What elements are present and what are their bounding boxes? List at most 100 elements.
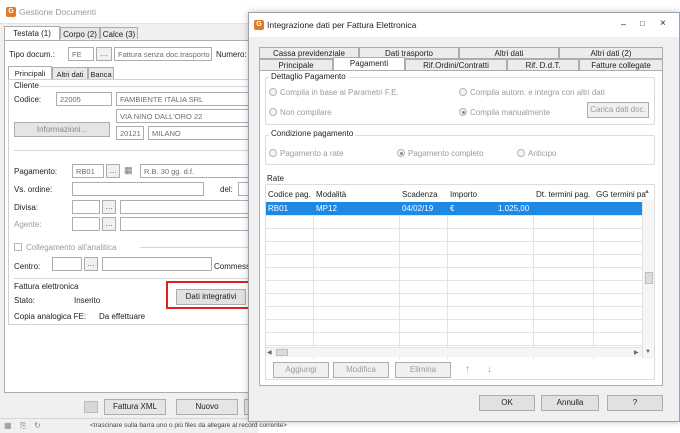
aggiungi-button[interactable]: Aggiungi [273,362,329,378]
cell-importo: 1.025,00 [498,204,530,213]
condizione-title: Condizione pagamento [269,129,356,138]
grid-line-h [266,228,642,229]
minimize-button[interactable]: – [621,19,626,29]
col-scadenza[interactable]: Scadenza [402,190,438,199]
grid-line-h [266,215,642,216]
subtab-principali[interactable]: Principali [8,66,52,79]
tab-pagamenti[interactable]: Pagamenti [333,57,405,71]
maximize-button[interactable]: □ [640,19,645,28]
centro-field[interactable] [52,257,82,271]
divisa-field[interactable] [72,200,100,214]
vertical-scroll-thumb[interactable] [645,272,653,284]
vs-ordine-field[interactable] [72,182,204,196]
collegamento-checkbox[interactable] [14,243,22,251]
agente-desc-field [120,217,258,231]
divider-1 [14,150,258,151]
agente-lookup-button[interactable]: … [102,217,116,231]
agente-label: Agente: [14,220,42,229]
tipo-lookup-button[interactable]: … [96,47,112,61]
cliente-group-line [40,86,258,87]
radio-non-compilare-label: Non compilare [280,108,332,117]
grid-icon[interactable]: ▦ [4,421,12,430]
col-dt-termini[interactable]: Dt. termini pag. [536,190,590,199]
radio-non-compilare[interactable] [269,108,277,116]
radio-compila-autom[interactable] [459,88,467,96]
subtab-banca[interactable]: Banca [88,67,114,79]
agente-field[interactable] [72,217,100,231]
tab-altri-dati[interactable]: Altri dati [459,47,559,59]
dati-integrativi-button[interactable]: Dati integrativi [176,289,246,305]
tipo-code-field[interactable]: FE [68,47,94,61]
radio-pagamento-completo[interactable] [397,149,405,157]
radio-parametri-fe[interactable] [269,88,277,96]
tab-calce[interactable]: Calce (3) [100,27,138,39]
tab-altri-dati-2[interactable]: Altri dati (2) [559,47,663,59]
table-row[interactable]: RB01 MP12 04/02/19 € 1.025,00 [266,202,642,215]
col-modalita[interactable]: Modalità [316,190,346,199]
radio-parametri-fe-label: Compila in base ai Parametri F.E. [280,88,399,97]
attach-icon[interactable]: ⎘ [20,421,26,431]
radio-anticipo[interactable] [517,149,525,157]
fattura-xml-button[interactable]: Fattura XML [104,399,166,415]
carica-dati-button[interactable]: Carica dati doc. [587,102,649,118]
pagamento-lookup-button[interactable]: … [106,164,120,178]
tab-testata[interactable]: Testata (1) [4,26,60,40]
divisa-lookup-button[interactable]: … [102,200,116,214]
col-codice-pag[interactable]: Codice pag. [268,190,311,199]
close-button[interactable]: × [660,18,666,29]
pagamento-desc-field: R.B. 30 gg. d.f. [140,164,258,178]
modifica-button[interactable]: Modifica [333,362,389,378]
fattura-elettronica-label: Fattura elettronica [14,282,79,291]
nuovo-button[interactable]: Nuovo [176,399,238,415]
horizontal-scrollbar[interactable]: ◀ ▶ [266,347,642,357]
annulla-button[interactable]: Annulla [541,395,599,411]
informazioni-button[interactable]: Informazioni... [14,122,110,137]
cell-modalita: MP12 [316,204,337,213]
refresh-icon[interactable]: ↻ [34,421,41,430]
subtab-altri-dati[interactable]: Altri dati [52,67,88,79]
calendar-icon[interactable]: ▦ [124,165,133,176]
numero-label: Numero: [216,50,247,59]
radio-compila-manualmente[interactable] [459,108,467,116]
radio-compila-autom-label: Compila autom. e integra con altri dati [470,88,605,97]
grid-line-h [266,319,642,320]
main-title-bar: G Gestione Documenti [0,0,258,24]
horizontal-scroll-thumb[interactable] [276,349,288,356]
scroll-left-icon[interactable]: ◀ [267,349,272,356]
elimina-button[interactable]: Elimina [395,362,451,378]
col-importo[interactable]: Importo [450,190,477,199]
citta-field: MILANO [148,126,258,140]
centro-lookup-button[interactable]: … [84,257,98,271]
indirizzo-field: VIA NINO DALL'ORO 22 [116,109,258,123]
divisa-label: Divisa: [14,203,39,212]
main-title: Gestione Documenti [19,7,97,17]
pagamento-code-field[interactable]: RB01 [72,164,104,178]
col-gg-termini[interactable]: GG termini pa [596,190,646,199]
grid-line-h [266,293,642,294]
help-button[interactable]: ? [607,395,663,411]
vs-ordine-label: Vs. ordine: [14,185,53,194]
grid-line-h [266,345,642,346]
dialog-title-bar: G Integrazione dati per Fattura Elettron… [249,13,679,37]
ok-button[interactable]: OK [479,395,535,411]
scroll-right-icon[interactable]: ▶ [634,349,639,356]
stato-label: Stato: [14,296,35,305]
grid-line-v [399,215,400,359]
tab-corpo[interactable]: Corpo (2) [60,27,100,39]
grid-line-h [266,306,642,307]
grid-line-h [266,280,642,281]
print-icon[interactable] [84,401,98,413]
grid-line-h [266,254,642,255]
codice-field[interactable]: 22005 [56,92,112,106]
move-up-icon[interactable]: ↑ [465,364,470,375]
cell-scadenza: 04/02/19 [402,204,434,213]
move-down-icon[interactable]: ↓ [487,364,492,375]
app-icon: G [6,7,16,17]
cap-field: 20121 [116,126,144,140]
codice-label: Codice: [14,95,42,104]
scroll-up-icon[interactable]: ▲ [644,189,650,195]
scroll-down-icon[interactable]: ▼ [645,349,651,355]
vertical-scrollbar[interactable]: ▼ [642,200,654,359]
radio-pagamento-rate[interactable] [269,149,277,157]
collegamento-line [140,247,258,248]
